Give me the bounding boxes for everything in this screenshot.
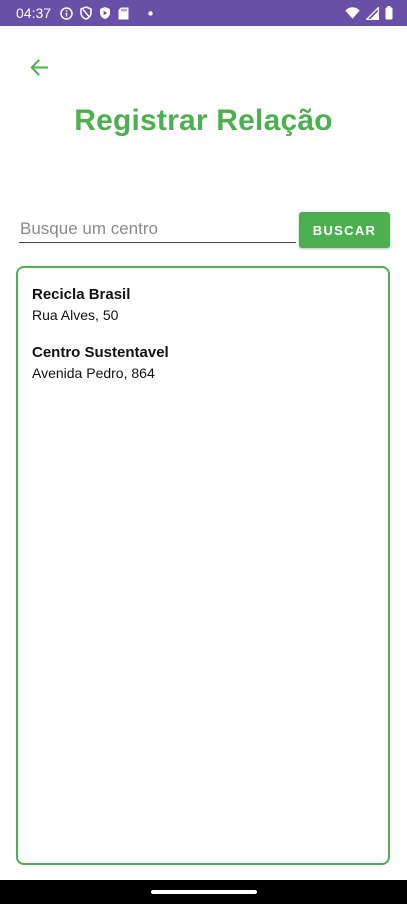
results-list: Recicla Brasil Rua Alves, 50 Centro Sust…: [16, 266, 390, 865]
status-right-group: [345, 6, 393, 20]
search-button[interactable]: BUSCAR: [299, 212, 390, 248]
page-title: Registrar Relação: [74, 104, 333, 137]
info-circle-icon: [60, 6, 73, 20]
status-bar: 04:37: [0, 0, 407, 26]
list-item[interactable]: Centro Sustentavel Avenida Pedro, 864: [32, 343, 374, 383]
shield-outline-icon: [80, 6, 92, 20]
dot-icon: [148, 10, 153, 16]
center-name: Centro Sustentavel: [32, 344, 169, 361]
status-left-group: 04:37: [16, 5, 153, 21]
sd-card-icon: [118, 7, 129, 20]
wifi-icon: [345, 7, 360, 19]
navigation-bar: [0, 880, 407, 904]
signal-icon: [366, 6, 379, 20]
center-address: Avenida Pedro, 864: [32, 365, 155, 381]
back-button[interactable]: [24, 52, 54, 82]
battery-icon: [385, 6, 393, 20]
list-item[interactable]: Recicla Brasil Rua Alves, 50: [32, 285, 374, 325]
search-input[interactable]: [19, 216, 296, 243]
center-name: Recicla Brasil: [32, 286, 131, 303]
status-time: 04:37: [16, 5, 52, 21]
center-address: Rua Alves, 50: [32, 307, 119, 323]
arrow-left-icon: [29, 58, 49, 76]
shield-play-icon: [99, 6, 111, 20]
home-gesture-handle[interactable]: [150, 890, 257, 894]
